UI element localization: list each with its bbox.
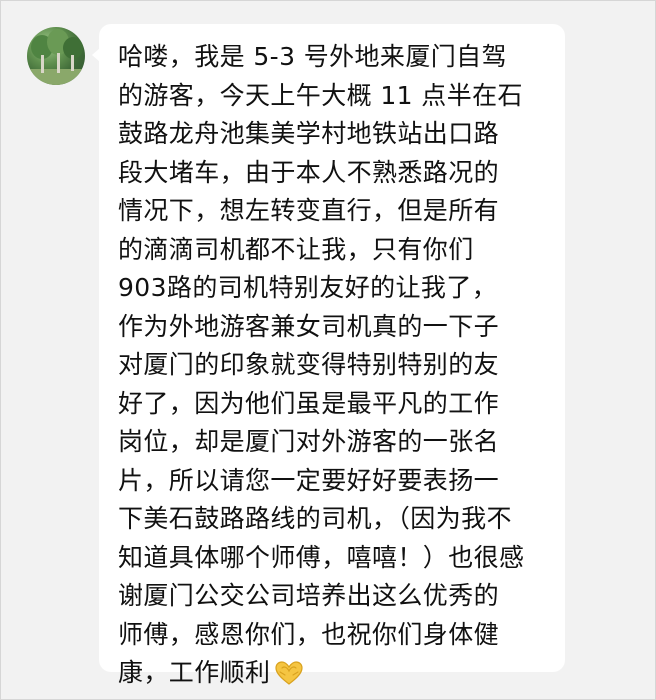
message-line: 的游客，今天上午大概 11 点半在石 (118, 80, 523, 110)
avatar-trunk (41, 55, 44, 73)
avatar-trunk (71, 55, 74, 71)
avatar-trunk (57, 53, 60, 73)
avatar[interactable] (27, 27, 85, 85)
message-line: 下美石鼓路路线的司机，（因为我不 (118, 504, 512, 533)
message-line-last: 康，工作顺利 (118, 654, 558, 693)
message-line: 知道具体哪个师傅，嘻嘻！）也很感 (118, 542, 525, 572)
message-text: 哈喽，我是 5-3 号外地来厦门自驾 的游客，今天上午大概 11 点半在石 鼓路… (118, 38, 558, 693)
message-line: 鼓路龙舟池集美学村地铁站出口路 (118, 119, 500, 148)
message-line: 作为外地游客兼女司机真的一下子 (118, 311, 500, 341)
message-line: 情况下，想左转变直行，但是所有 (118, 196, 500, 225)
message-line-text: 康，工作顺利 (118, 658, 271, 687)
message-line: 岗位，却是厦门对外游客的一张名 (118, 427, 500, 456)
heart-hands-icon (275, 661, 304, 685)
message-line: 的滴滴司机都不让我，只有你们 (118, 234, 474, 264)
message-line: 段大堵车，由于本人不熟悉路况的 (118, 157, 500, 187)
message-line: 对厦门的印象就变得特别特别的友 (118, 350, 500, 379)
avatar-ground (27, 69, 85, 85)
message-line: 师傅，感恩你们，也祝你们身体健 (118, 619, 500, 649)
message-line: 哈喽，我是 5-3 号外地来厦门自驾 (118, 42, 507, 71)
message-line: 903路的司机特别友好的让我了， (118, 273, 498, 302)
heart-hands-emoji-icon (274, 659, 304, 685)
message-line: 片，所以请您一定要好好要表扬一 (118, 465, 500, 495)
message-line: 好了，因为他们虽是最平凡的工作 (118, 388, 500, 418)
message-line: 谢厦门公交公司培养出这么优秀的 (118, 581, 500, 610)
